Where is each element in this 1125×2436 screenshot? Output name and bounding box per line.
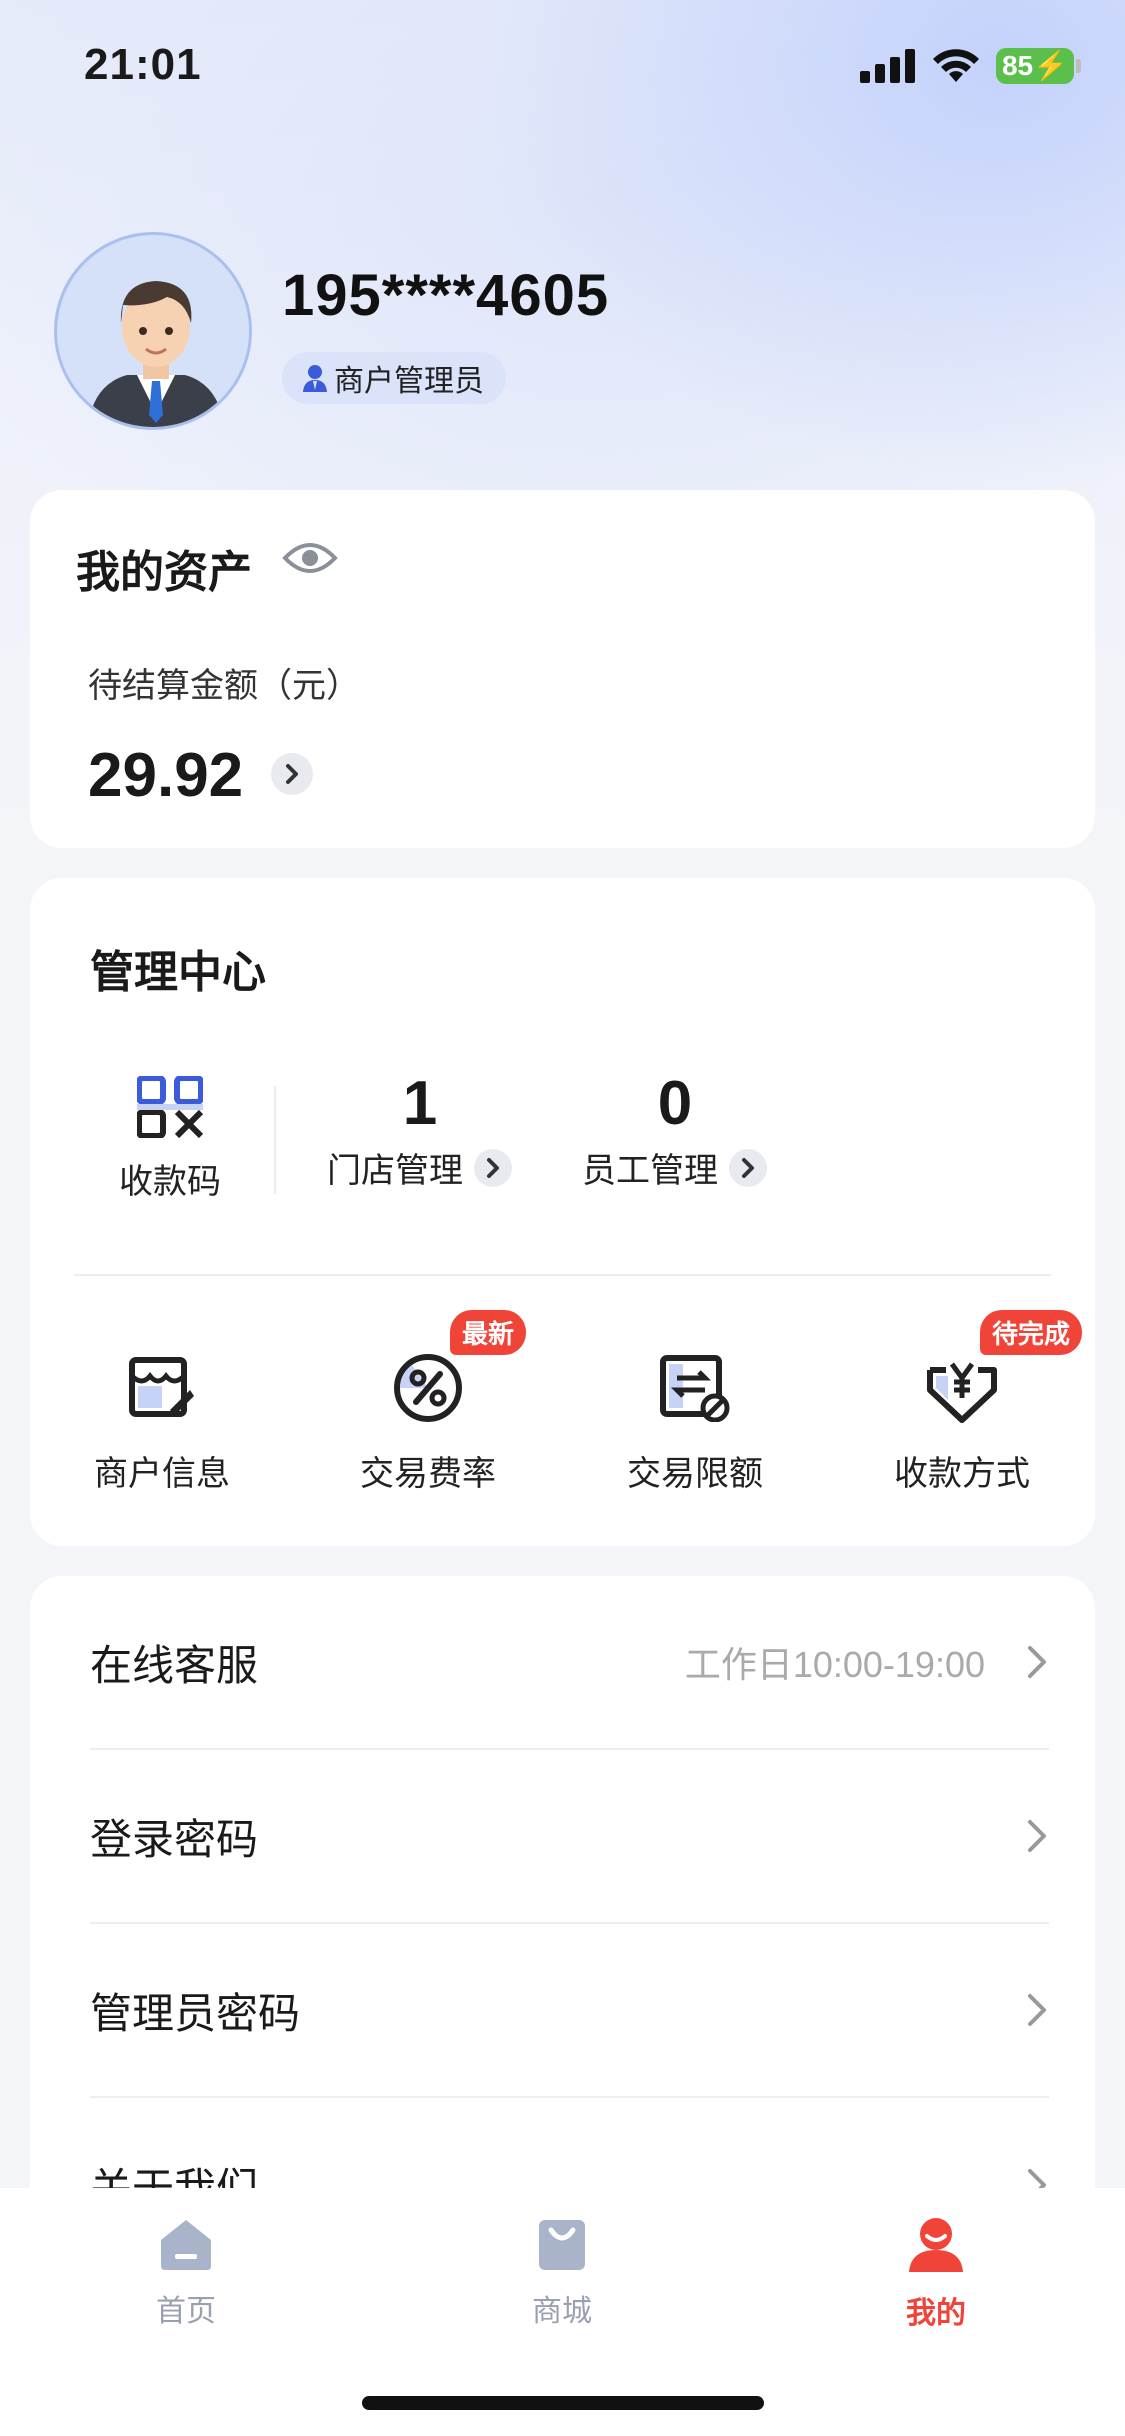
assets-card: 我的资产 待结算金额（元） 29.92	[30, 490, 1095, 848]
eye-icon[interactable]	[282, 538, 338, 578]
account-phone: 195****4605	[282, 263, 610, 328]
wifi-icon	[932, 49, 979, 82]
tab-label: 商城	[532, 2294, 592, 2329]
role-badge: 商户管理员	[282, 352, 506, 404]
pending-amount-label: 待结算金额（元）	[88, 666, 360, 706]
shopping-bag-icon	[539, 2220, 585, 2270]
qr-code-button[interactable]: 收款码	[90, 1075, 250, 1203]
cellular-signal-icon	[859, 49, 915, 83]
staff-management[interactable]: 0 员工管理	[575, 1068, 775, 1192]
store-management[interactable]: 1 门店管理	[320, 1068, 520, 1192]
chevron-right-icon	[1028, 1646, 1046, 1678]
tab-label: 首页	[156, 2294, 216, 2329]
pending-badge: 待完成	[980, 1310, 1083, 1355]
battery-level: 85	[1001, 50, 1034, 81]
role-label: 商户管理员	[334, 364, 484, 399]
staff-management-label: 员工管理	[582, 1151, 718, 1191]
user-icon	[303, 365, 327, 392]
avatar[interactable]	[54, 232, 252, 430]
battery-indicator: 85⚡	[995, 48, 1081, 84]
tab-home[interactable]: 首页	[106, 2216, 266, 2330]
list-item-label: 管理员密码	[90, 1988, 301, 2038]
merchant-info-label: 商户信息	[94, 1454, 230, 1494]
pending-amount-value[interactable]: 29.92	[88, 740, 243, 811]
transaction-limit-label: 交易限额	[627, 1454, 763, 1494]
list-item-label: 在线客服	[90, 1640, 259, 1690]
qr-code-label: 收款码	[119, 1162, 221, 1202]
charging-icon: ⚡	[1033, 50, 1068, 81]
tab-mine[interactable]: 我的	[856, 2216, 1016, 2332]
payment-method-label: 收款方式	[894, 1454, 1030, 1494]
service-hours: 工作日10:00-19:00	[684, 1644, 985, 1685]
admin-password-row[interactable]: 管理员密码	[90, 1924, 1049, 2098]
store-management-label: 门店管理	[327, 1151, 463, 1191]
status-time: 21:01	[84, 40, 202, 89]
list-item-label: 登录密码	[90, 1814, 259, 1864]
qr-code-icon	[136, 1075, 204, 1139]
percent-icon	[394, 1354, 462, 1422]
limit-icon	[660, 1355, 730, 1422]
yuan-shield-icon	[927, 1362, 997, 1423]
home-icon	[161, 2220, 211, 2270]
management-card: 管理中心 收款码 1 门店管理 0 员工管理 商户信息 最新 交易费率 交易限额…	[30, 878, 1095, 1546]
chevron-right-icon	[729, 1148, 767, 1187]
transaction-rate-button[interactable]: 最新 交易费率	[328, 1310, 528, 1495]
avatar-illustration	[57, 235, 249, 427]
tab-label: 我的	[906, 2296, 966, 2331]
profile-icon	[909, 2218, 963, 2272]
login-password-row[interactable]: 登录密码	[90, 1750, 1049, 1924]
staff-count: 0	[657, 1069, 693, 1138]
status-icons: 85⚡	[859, 48, 1081, 84]
assets-title: 我的资产	[76, 547, 252, 598]
payment-method-button[interactable]: 待完成 收款方式	[862, 1310, 1083, 1495]
chevron-right-icon	[1028, 1994, 1046, 2026]
tab-mall[interactable]: 商城	[482, 2216, 642, 2330]
home-indicator	[362, 2396, 764, 2410]
management-title: 管理中心	[90, 947, 266, 998]
chevron-right-icon[interactable]	[270, 752, 314, 796]
status-bar: 21:01 85⚡	[0, 0, 1125, 140]
chevron-right-icon	[1028, 1820, 1046, 1852]
divider	[274, 1086, 276, 1194]
divider	[74, 1274, 1051, 1276]
shop-info-icon	[129, 1357, 194, 1417]
merchant-info-button[interactable]: 商户信息	[62, 1348, 262, 1495]
transaction-rate-label: 交易费率	[360, 1454, 496, 1494]
store-count: 1	[402, 1069, 438, 1138]
transaction-limit-button[interactable]: 交易限额	[595, 1348, 795, 1495]
new-badge: 最新	[450, 1310, 527, 1355]
online-service-row[interactable]: 在线客服 工作日10:00-19:00	[90, 1576, 1049, 1750]
chevron-right-icon	[474, 1148, 512, 1187]
